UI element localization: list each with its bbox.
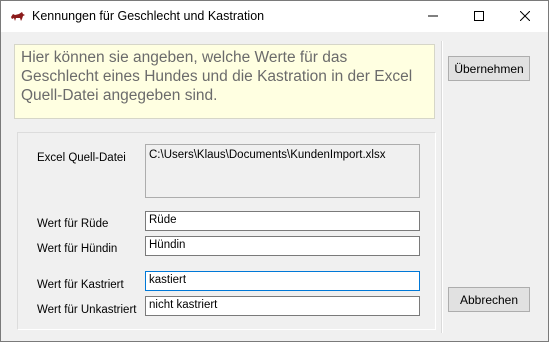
dialog-window: Kennungen für Geschlecht und Kastration … (0, 0, 549, 342)
close-button[interactable] (502, 1, 548, 32)
neutered-value-input[interactable]: kastiert (145, 271, 420, 291)
cancel-button[interactable]: Abbrechen (448, 287, 530, 312)
female-value-label: Wert für Hündin (37, 243, 118, 255)
minimize-button[interactable] (410, 1, 456, 32)
dog-app-icon (10, 9, 26, 23)
title-bar[interactable]: Kennungen für Geschlecht und Kastration (1, 1, 548, 32)
male-value-input[interactable]: Rüde (145, 211, 420, 231)
info-text: Hier können sie angeben, welche Werte fü… (21, 49, 413, 104)
close-icon (519, 10, 531, 24)
source-file-path: C:\Users\Klaus\Documents\KundenImport.xl… (145, 144, 420, 198)
info-panel: Hier können sie angeben, welche Werte fü… (14, 44, 435, 119)
vertical-divider-highlight (442, 41, 443, 333)
maximize-button[interactable] (456, 1, 502, 32)
not-neutered-value-label: Wert für Unkastriert (37, 304, 137, 316)
neutered-value-label: Wert für Kastriert (37, 279, 124, 291)
apply-button[interactable]: Übernehmen (448, 56, 530, 81)
window-title: Kennungen für Geschlecht und Kastration (32, 9, 265, 23)
male-value-label: Wert für Rüde (37, 218, 109, 230)
source-file-label: Excel Quell-Datei (37, 152, 126, 164)
minimize-icon (428, 10, 438, 24)
not-neutered-value-input[interactable]: nicht kastriert (145, 296, 420, 316)
maximize-icon (474, 10, 484, 24)
female-value-input[interactable]: Hündin (145, 236, 420, 256)
